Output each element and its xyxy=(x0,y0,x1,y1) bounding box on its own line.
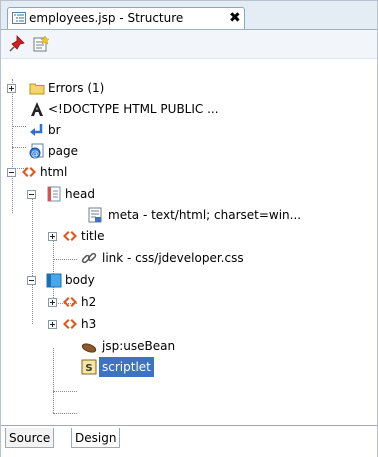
tree-node-meta[interactable]: meta - text/html; charset=win... xyxy=(87,205,367,225)
collapse-icon[interactable] xyxy=(7,168,16,177)
tree-node-scriptlet[interactable]: S scriptlet xyxy=(81,357,367,377)
tree-node-label: body xyxy=(65,273,95,287)
tree-node-label: br xyxy=(48,123,61,137)
html-tag-icon xyxy=(63,297,77,307)
tree-node-br[interactable]: br xyxy=(7,120,367,140)
tree-node-h3[interactable]: h3 xyxy=(48,314,367,334)
html-tag-icon xyxy=(22,167,36,177)
collapse-icon[interactable] xyxy=(27,190,36,199)
collapse-icon[interactable] xyxy=(27,276,36,285)
tree-node-link[interactable]: link - css/jdeveloper.css xyxy=(81,248,367,268)
svg-text:@: @ xyxy=(31,149,39,158)
folder-icon xyxy=(29,83,45,95)
line-break-icon xyxy=(30,124,43,136)
tree-node-html[interactable]: html xyxy=(7,162,367,182)
pin-icon[interactable] xyxy=(8,35,26,53)
tree-connector xyxy=(53,413,77,414)
tree-connector xyxy=(53,391,77,392)
jsp-page-icon: @ xyxy=(29,143,44,159)
tree-node-label: head xyxy=(65,187,95,201)
tree-node-body[interactable]: body xyxy=(27,270,367,290)
expand-icon[interactable] xyxy=(7,84,16,93)
new-view-icon[interactable] xyxy=(32,35,50,53)
tree-node-label: Errors (1) xyxy=(48,81,105,95)
html-tag-icon xyxy=(63,231,77,241)
tab-design[interactable]: Design xyxy=(71,428,121,448)
tree-node-label: scriptlet xyxy=(99,357,154,377)
bean-icon xyxy=(81,343,97,353)
body-icon xyxy=(46,273,62,288)
doctype-icon xyxy=(31,102,43,116)
tree-node-page[interactable]: @ page xyxy=(7,141,367,161)
tree-connector xyxy=(32,196,33,324)
toolbar xyxy=(1,30,377,59)
tree-node-label: page xyxy=(48,144,78,158)
expand-icon[interactable] xyxy=(48,298,57,307)
bottom-tab-bar: Source Design xyxy=(1,425,377,457)
close-icon[interactable]: ✖ xyxy=(229,9,241,27)
tree-node-label: title xyxy=(81,229,105,243)
tree-node-label: html xyxy=(40,165,68,179)
expand-icon[interactable] xyxy=(48,232,57,241)
expand-icon[interactable] xyxy=(48,320,57,329)
html-tag-icon xyxy=(63,319,77,329)
svg-text:S: S xyxy=(85,363,92,374)
scriptlet-icon: S xyxy=(81,359,97,375)
head-icon xyxy=(47,186,61,202)
structure-tree: Errors (1) <!DOCTYPE HTML PUBLIC ... br … xyxy=(1,59,377,414)
tree-node-usebean[interactable]: jsp:useBean xyxy=(81,336,367,356)
tree-node-label: h3 xyxy=(81,317,97,331)
tree-node-h2[interactable]: h2 xyxy=(48,292,367,312)
meta-icon xyxy=(88,207,102,223)
structure-icon xyxy=(12,12,26,24)
tree-node-label: link - css/jdeveloper.css xyxy=(102,251,244,265)
tree-node-doctype[interactable]: <!DOCTYPE HTML PUBLIC ... xyxy=(7,99,367,119)
tree-connector xyxy=(53,259,77,260)
tree-node-title[interactable]: title xyxy=(48,226,367,246)
link-icon xyxy=(81,252,97,264)
tab-structure[interactable]: employees.jsp - Structure ✖ xyxy=(7,7,245,29)
tree-node-label: h2 xyxy=(81,295,97,309)
tree-node-label: jsp:useBean xyxy=(102,339,176,353)
tree-connector xyxy=(53,348,54,413)
tab-bar: employees.jsp - Structure ✖ xyxy=(1,1,377,30)
tab-title: employees.jsp - Structure xyxy=(29,11,184,25)
tab-source[interactable]: Source xyxy=(5,428,55,448)
tree-node-label: meta - text/html; charset=win... xyxy=(108,208,302,222)
tree-node-label: <!DOCTYPE HTML PUBLIC ... xyxy=(48,102,219,116)
structure-panel: employees.jsp - Structure ✖ Errors (1) <… xyxy=(0,0,378,457)
tree-node-errors[interactable]: Errors (1) xyxy=(7,78,367,98)
tree-node-head[interactable]: head xyxy=(27,184,367,204)
